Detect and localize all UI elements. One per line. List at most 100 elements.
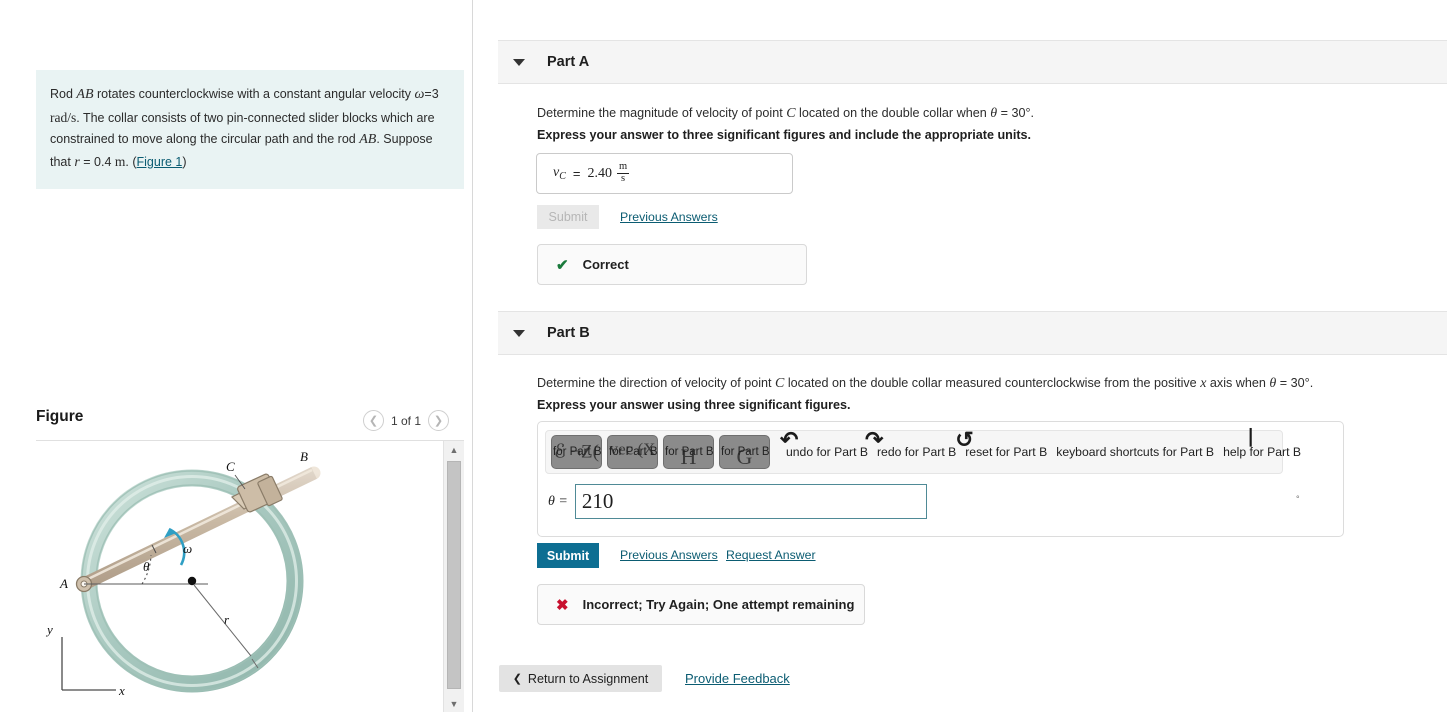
scroll-down-icon[interactable]: ▼	[444, 695, 464, 712]
label-omega: ω	[183, 541, 192, 556]
part-a-status-text: Correct	[582, 257, 629, 272]
label-y: y	[45, 622, 53, 637]
part-b-point-c: C	[775, 376, 785, 391]
label-theta: θ	[143, 559, 150, 574]
cross-icon: ✖	[556, 596, 569, 614]
keyboard-shortcuts-button[interactable]: keyboard shortcuts for Part B	[1056, 445, 1214, 459]
label-x: x	[118, 683, 125, 698]
triangle-down-icon[interactable]	[513, 329, 525, 337]
part-a-equals: =	[572, 166, 581, 181]
part-b-answer-input[interactable]	[574, 484, 927, 519]
return-to-assignment-label: Return to Assignment	[527, 671, 649, 686]
part-b-submit-button[interactable]: Submit	[537, 543, 599, 568]
part-b-question-post: = 30°.	[1276, 376, 1314, 390]
part-a-question-pre: Determine the magnitude of velocity of p…	[537, 106, 787, 120]
part-b-question: Determine the direction of velocity of p…	[537, 373, 1313, 394]
scrollbar-thumb[interactable]	[447, 461, 461, 689]
omega-symbol: ω	[414, 87, 425, 102]
part-a-question-post: = 30°.	[997, 106, 1034, 120]
vector-button[interactable]: vec (X for Part B	[607, 435, 658, 469]
matrix-button[interactable]: H for Part B	[663, 435, 714, 469]
figure-prev-button[interactable]: ❮	[363, 410, 384, 431]
chevron-left-icon: ❮	[512, 673, 522, 685]
figure-1-link[interactable]: Figure 1	[137, 155, 183, 169]
part-b-label: Part B	[547, 325, 590, 341]
part-b-question-mid: located on the double collar measured co…	[784, 376, 1201, 390]
greek-button[interactable]: G for Part B	[719, 435, 770, 469]
help-button[interactable]: ❘ help for Part B	[1223, 427, 1301, 459]
matrix-button-alt: for Part B	[665, 446, 713, 458]
figure-scrollbar[interactable]: ▲ ▼	[443, 441, 464, 712]
part-a-instruction: Express your answer to three significant…	[537, 128, 1032, 142]
part-b-answer-area: ℰ ¬Z( for Part B vec (X for Part B H for…	[537, 421, 1344, 537]
label-b: B	[300, 449, 308, 464]
reset-button-label: reset for Part B	[965, 445, 1048, 459]
label-a: A	[59, 576, 68, 591]
r-units: m	[114, 154, 126, 170]
part-a-submit-button[interactable]: Submit	[537, 205, 599, 229]
part-b-header[interactable]: Part B	[498, 311, 1447, 355]
part-a-label: Part A	[547, 54, 590, 70]
template-button-alt: for Part B	[553, 446, 601, 458]
problem-close-paren: )	[182, 155, 187, 170]
problem-rod-ab-2: AB	[359, 131, 377, 147]
center-point	[187, 576, 197, 586]
figure-navigation: ❮ 1 of 1 ❯	[363, 410, 450, 431]
part-b-request-answer-link[interactable]: Request Answer	[726, 548, 816, 562]
part-b-input-row: θ =	[548, 484, 927, 519]
part-b-input-label: θ =	[548, 493, 568, 509]
part-a-point-c: C	[786, 106, 796, 121]
part-a-status-badge: ✔ Correct	[537, 244, 807, 285]
provide-feedback-link[interactable]: Provide Feedback	[685, 671, 790, 686]
triangle-down-icon[interactable]	[513, 58, 525, 66]
part-a-question-mid: located on the double collar when	[795, 106, 991, 120]
math-editor-toolbar: ℰ ¬Z( for Part B vec (X for Part B H for…	[545, 427, 1301, 474]
label-c: C	[226, 459, 235, 474]
return-to-assignment-button[interactable]: ❮ Return to Assignment	[499, 665, 662, 692]
greek-button-alt: for Part B	[721, 446, 769, 458]
redo-button[interactable]: ↷ redo for Part B	[865, 429, 957, 460]
undo-button[interactable]: ↶ undo for Part B	[780, 429, 868, 460]
problem-rod-ab: AB	[76, 87, 94, 102]
part-a-unit-numerator: m	[618, 161, 628, 173]
part-a-unit-denominator: s	[621, 173, 626, 184]
redo-button-label: redo for Part B	[876, 445, 957, 459]
problem-page: Rod AB rotates counterclockwise with a c…	[0, 0, 1447, 712]
omega-units: rad/s	[50, 109, 77, 125]
part-a-header[interactable]: Part A	[498, 40, 1447, 84]
left-panel: Rod AB rotates counterclockwise with a c…	[0, 0, 473, 712]
part-a-previous-answers-link[interactable]: Previous Answers	[620, 210, 718, 224]
figure-diagram: B C A ω θ r y x	[36, 441, 438, 712]
scroll-up-icon[interactable]: ▲	[444, 441, 464, 458]
figure-body: B C A ω θ r y x ▲ ▼	[36, 441, 464, 712]
r-value: = 0.4	[79, 155, 115, 170]
keyboard-shortcuts-label: keyboard shortcuts for Part B	[1056, 445, 1215, 459]
problem-period: . (	[125, 155, 137, 170]
check-icon: ✔	[556, 256, 569, 274]
template-button[interactable]: ℰ ¬Z( for Part B	[551, 435, 602, 469]
part-b-previous-answers-link[interactable]: Previous Answers	[620, 548, 718, 562]
part-a-answer-field[interactable]: vC = 2.40 m s	[536, 153, 793, 194]
part-b-question-pre: Determine the direction of velocity of p…	[537, 376, 776, 390]
omega-equals: =3	[424, 87, 439, 101]
mechanism-diagram-svg: B C A ω θ r y x	[45, 449, 321, 698]
degree-symbol: °	[1296, 494, 1300, 504]
problem-text-line1b: rotates counterclockwise with a constant…	[93, 87, 412, 101]
label-r: r	[224, 612, 230, 627]
right-panel: Part A Determine the magnitude of veloci…	[474, 0, 1447, 712]
part-a-question: Determine the magnitude of velocity of p…	[537, 103, 1034, 124]
figure-counter: 1 of 1	[391, 413, 422, 428]
problem-statement: Rod AB rotates counterclockwise with a c…	[36, 70, 464, 189]
part-b-instruction: Express your answer using three signific…	[537, 398, 851, 412]
help-button-label: help for Part B	[1223, 445, 1301, 459]
undo-button-label: undo for Part B	[786, 445, 868, 459]
part-a-var-sub: C	[559, 171, 566, 182]
vector-button-alt: for Part B	[609, 446, 657, 458]
part-a-units-fraction: m s	[616, 161, 630, 184]
part-a-value: 2.40	[587, 165, 612, 181]
reset-button[interactable]: ↺ reset for Part B	[955, 429, 1048, 460]
figure-next-button[interactable]: ❯	[428, 410, 450, 431]
part-b-status-badge: ✖ Incorrect; Try Again; One attempt rema…	[537, 584, 865, 625]
figure-panel-title: Figure	[36, 408, 84, 425]
part-b-question-mid2: axis when	[1206, 376, 1270, 390]
